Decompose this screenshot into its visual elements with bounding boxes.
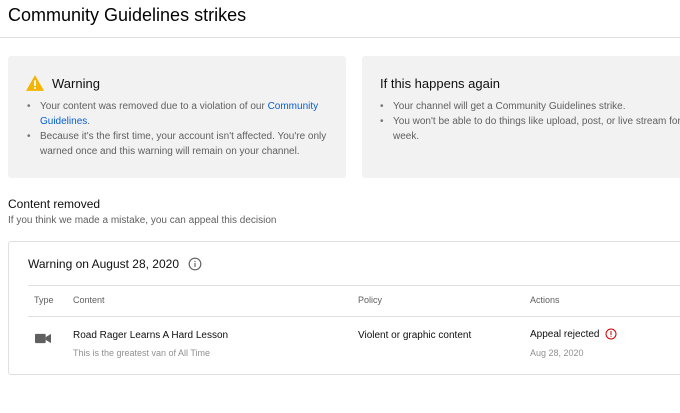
appeal-status: Appeal rejected xyxy=(530,328,617,340)
warning-bullet: Your content was removed due to a violat… xyxy=(27,99,327,129)
column-header-actions: Actions xyxy=(530,295,560,305)
title-divider xyxy=(0,37,680,38)
strike-header: Warning on August 28, 2020 xyxy=(28,257,202,271)
if-happens-again-card: If this happens again Your channel will … xyxy=(362,56,680,178)
video-camera-icon xyxy=(35,333,51,344)
policy-value: Violent or graphic content xyxy=(358,330,472,341)
column-header-policy: Policy xyxy=(358,295,383,305)
again-bullet: Your channel will get a Community Guidel… xyxy=(380,99,680,114)
warning-icon xyxy=(26,75,44,91)
again-bullets: Your channel will get a Community Guidel… xyxy=(380,99,680,144)
again-bullet: You won't be able to do things like uplo… xyxy=(380,114,680,144)
error-icon[interactable] xyxy=(605,328,617,340)
content-description: This is the greatest van of All Time xyxy=(73,348,211,358)
appeal-date: Aug 28, 2020 xyxy=(530,348,584,358)
strike-table-card: Warning on August 28, 2020 Type Content … xyxy=(8,241,680,375)
appeal-status-label: Appeal rejected xyxy=(530,328,600,340)
warning-bullets: Your content was removed due to a violat… xyxy=(27,99,327,159)
warning-card-header: Warning xyxy=(26,75,100,91)
warning-bullet-text: Your content was removed due to a violat… xyxy=(40,101,268,112)
page-title: Community Guidelines strikes xyxy=(8,5,247,25)
info-icon[interactable] xyxy=(188,257,202,271)
table-top-divider xyxy=(28,285,680,286)
content-removed-title: Content removed xyxy=(8,197,101,211)
strike-heading: Warning on August 28, 2020 xyxy=(28,257,179,271)
warning-card: Warning Your content was removed due to … xyxy=(8,56,346,178)
content-title[interactable]: Road Rager Learns A Hard Lesson xyxy=(73,330,228,341)
column-header-content: Content xyxy=(73,295,105,305)
content-removed-subtitle: If you think we made a mistake, you can … xyxy=(8,215,277,226)
warning-bullet-end: . xyxy=(87,116,91,127)
column-header-type: Type xyxy=(34,295,54,305)
table-header-divider xyxy=(28,316,680,317)
warning-bullet: Because it's the first time, your accoun… xyxy=(27,129,327,159)
warning-card-title: Warning xyxy=(52,75,100,91)
if-happens-again-title: If this happens again xyxy=(380,76,500,91)
